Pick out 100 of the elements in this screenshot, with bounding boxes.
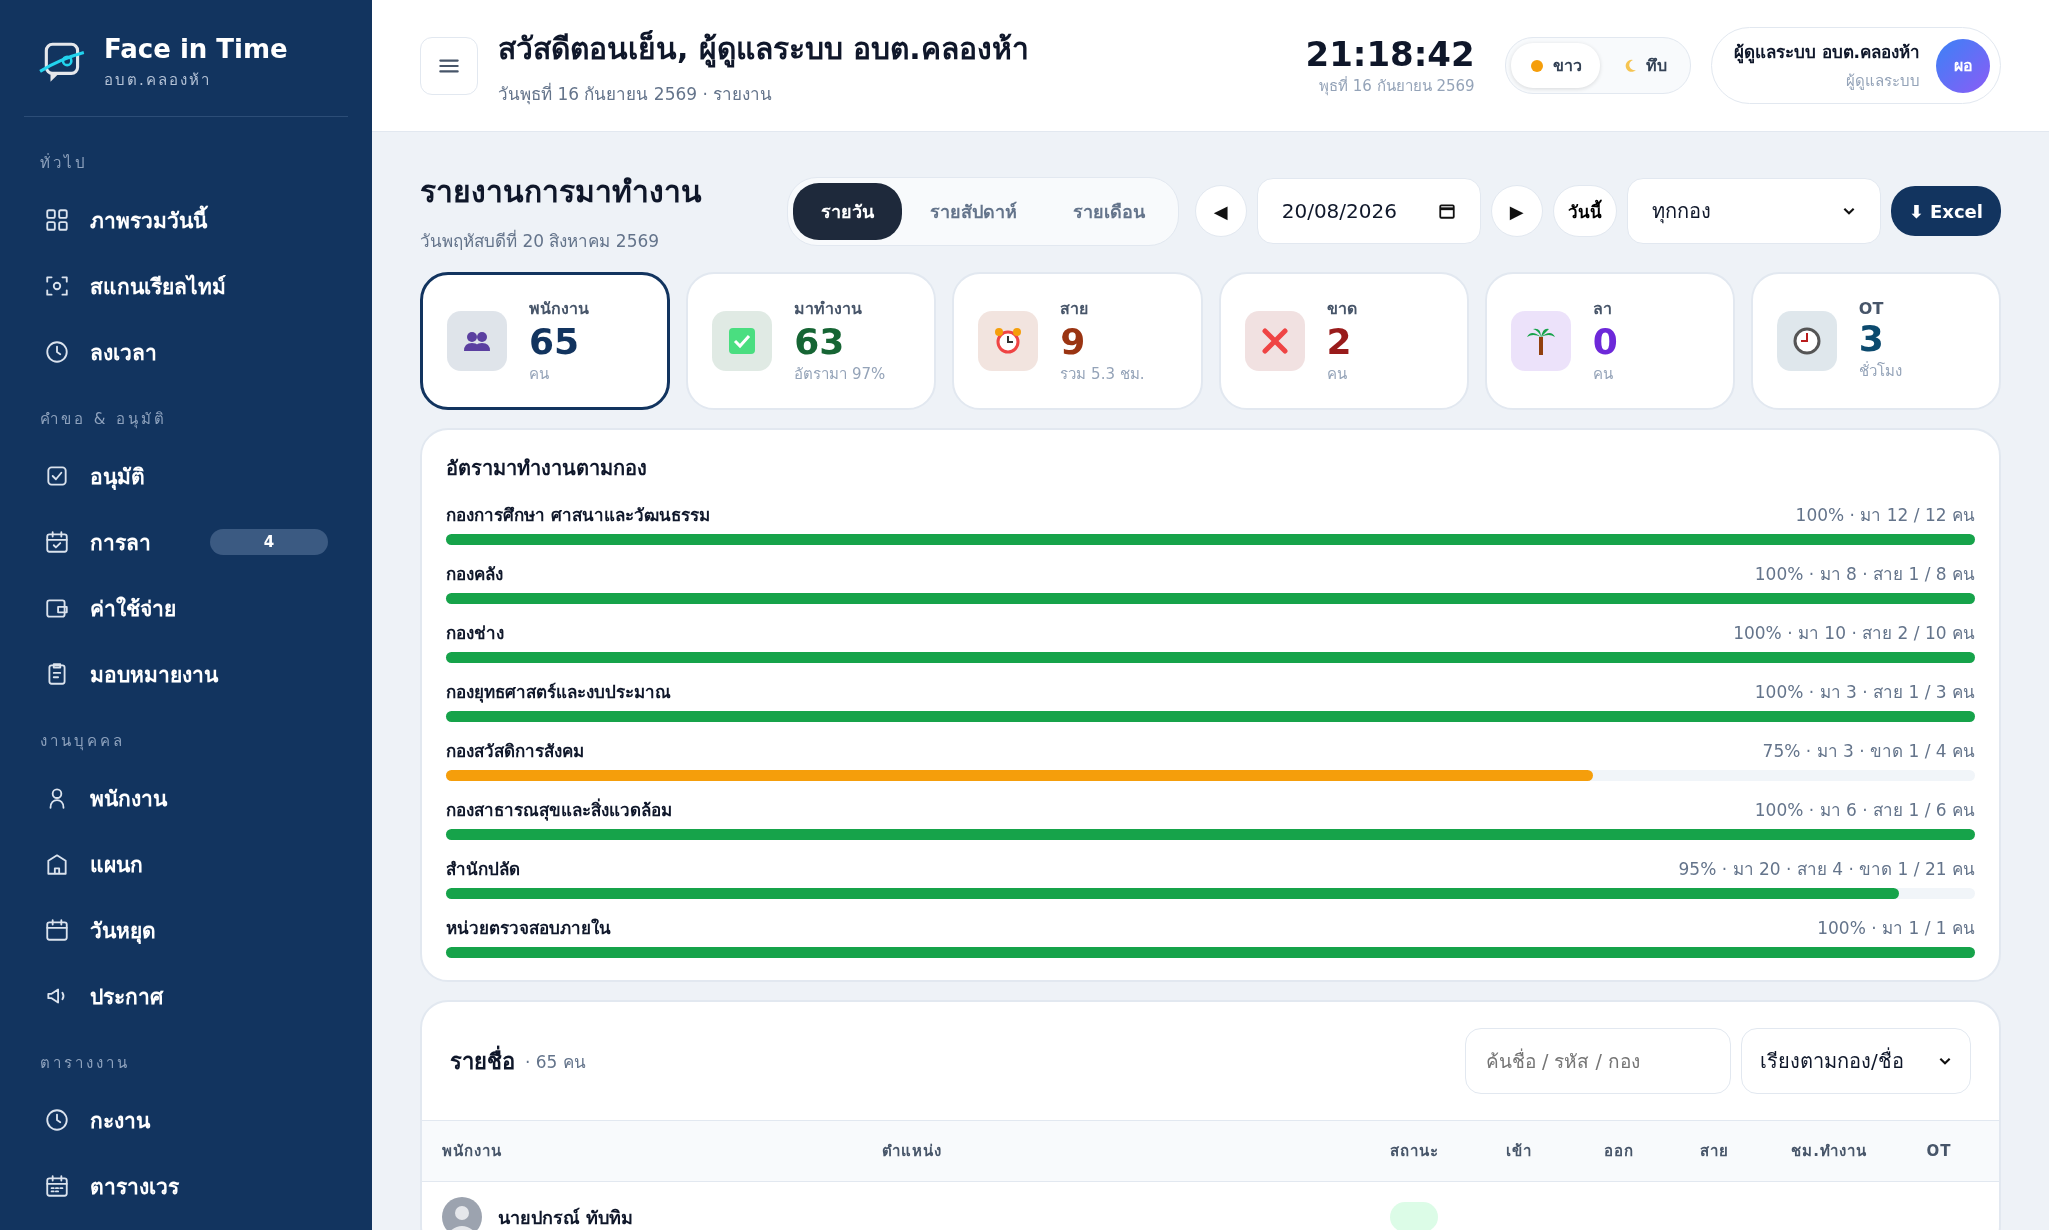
nav-item[interactable]: พนักงาน [24,765,348,831]
nav-item[interactable]: ค่าใช้จ่าย [24,575,348,641]
column-header: ออก [1603,1141,1635,1162]
stat-value: 2 [1326,320,1353,363]
theme-option[interactable]: ขาว [1510,43,1600,88]
greeting-subtitle: วันพุธที่ 16 กันยายน 2569 · รายงาน [498,81,774,107]
page-date: วันพฤหัสบดีที่ 20 สิงหาคม 2569 [420,228,661,253]
stat-label: ขาด [1326,297,1357,320]
user-avatar: ผอ [1936,38,1990,93]
column-header: ตำแหน่ง [882,1141,943,1162]
app-name: Face in Time [104,34,288,64]
column-header: พนักงาน [442,1141,503,1162]
search-field[interactable]: ค้นชื่อ / รหัส / กอง [1465,1028,1731,1094]
division-name: กองสาธารณสุขและสิ่งแวดล้อม [446,797,672,823]
status-pill [1390,1202,1438,1230]
stat-value: 65 [529,320,581,363]
count-badge: 4 [210,529,328,555]
stat-card[interactable]: ลา 0 คน [1484,272,1735,410]
division-name: กองคลัง [446,563,503,586]
clock-time: 21:18:42 [1305,33,1475,74]
nav-item[interactable]: สแกนเรียลไทม์ [24,253,348,319]
stat-label: OT [1858,298,1885,318]
division-name: หน่วยตรวจสอบภายใน [446,917,611,940]
clock-date: พุธที่ 16 กันยายน 2569 [1319,75,1475,98]
page-title: รายงานการมาทำงาน [420,173,703,211]
roster-count: · 65 คน [525,1050,587,1074]
stat-card[interactable]: สาย 9 รวม 5.3 ชม. [952,272,1203,410]
stat-card[interactable]: มาทำงาน 63 อัตรามา 97% [686,272,937,410]
next-button[interactable]: ▶ [1490,185,1543,237]
stat-label: พนักงาน [529,297,589,320]
division-select[interactable]: ทุกกอง [1626,178,1881,244]
stat-card[interactable]: ขาด 2 คน [1218,272,1469,410]
division-stats: 95% · มา 20 · สาย 4 · ขาด 1 / 21 คน [1678,858,1975,881]
column-header: เข้า [1505,1141,1533,1162]
calendar-icon [1437,202,1456,220]
cal2-icon [44,917,70,943]
check-icon [44,463,70,489]
column-header: สถานะ [1388,1141,1440,1162]
user-name: ผู้ดูแลระบบ อบต.คลองห้า [1733,41,1920,65]
period-tab[interactable]: รายเดือน [1044,182,1173,240]
nav-item[interactable]: มอบหมายงาน [24,641,348,707]
division-name: สำนักปลัด [446,858,520,881]
nav-item[interactable]: การลา 4 [24,509,348,575]
division-stats: 100% · มา 10 · สาย 2 / 10 คน [1733,622,1975,645]
division-name: กองยุทธศาสตร์และงบประมาณ [446,681,671,705]
previous-button[interactable]: ◀ [1194,185,1247,237]
today-button[interactable]: วันนี้ [1552,185,1617,237]
section-label: งานบุคคล [39,731,126,753]
stat-card[interactable]: พนักงาน 65 คน [420,272,671,410]
stat-card[interactable]: OT 3 ชั่วโมง [1750,272,2001,410]
section-label: ทั่วไป [39,152,89,174]
column-header: ชม.ทำงาน [1790,1141,1868,1162]
org-name: อบต.คลองห้า [104,70,212,91]
nav-item[interactable]: ลงเวลา [24,319,348,385]
stat-caption: รวม 5.3 ชม. [1060,364,1145,386]
menu-button[interactable] [420,36,478,95]
nav-item[interactable]: แผนก [24,831,348,897]
division-stats: 100% · มา 8 · สาย 1 / 8 คน [1754,563,1975,586]
division-stats: 100% · มา 1 / 1 คน [1817,917,1975,940]
stat-caption: คน [1326,364,1348,386]
stat-label: มาทำงาน [794,297,864,320]
nav-item[interactable]: ประกาศ [24,963,348,1029]
theme-option[interactable]: ทึบ [1603,43,1685,88]
stat-value: 9 [1060,320,1087,363]
division-stats: 100% · มา 3 · สาย 1 / 3 คน [1754,681,1975,704]
period-tab[interactable]: รายวัน [792,182,902,240]
sort-select[interactable]: เรียงตามกอง/ชื่อ [1741,1028,1971,1094]
nav-item[interactable]: กะงาน [24,1087,348,1153]
stat-caption: คน [529,364,550,386]
nav-item[interactable]: อนุมัติ [24,443,348,509]
division-name: กองช่าง [446,622,504,645]
sun-icon [1528,57,1545,74]
scan-icon [44,273,70,299]
column-header: OT [1925,1142,1953,1160]
stat-value: 63 [794,320,846,363]
stat-label: สาย [1060,297,1090,320]
division-stats: 100% · มา 12 / 12 คน [1795,504,1975,527]
table-icon [44,1173,70,1199]
greeting-title: สวัสดีตอนเย็น, ผู้ดูแลระบบ อบต.คลองห้า [498,29,1030,70]
nav-item[interactable]: ตารางเวร [24,1153,348,1219]
cal-icon [44,529,70,555]
nav-item[interactable]: วันหยุด [24,897,348,963]
section-label: ตารางงาน [39,1053,131,1074]
division-name: กองสวัสดิการสังคม [446,740,584,763]
date-field[interactable]: 20/08/2026 [1256,178,1481,244]
division-name: กองการศึกษา ศาสนาและวัฒนธรรม [446,504,710,527]
grid-icon [44,207,70,233]
employee-name: นายปกรณ์ ทับทิม [498,1205,634,1230]
division-stats: 100% · มา 6 · สาย 1 / 6 คน [1754,799,1975,822]
period-tab[interactable]: รายสัปดาห์ [901,182,1045,240]
panel-title: อัตรามาทำงานตามกอง [446,455,648,482]
stat-caption: อัตรามา 97% [794,364,886,386]
stat-caption: ชั่วโมง [1858,360,1902,383]
stat-caption: คน [1592,364,1614,386]
stat-value: 0 [1592,320,1618,363]
nav-item[interactable]: ภาพรวมวันนี้ [24,187,348,253]
division-stats: 75% · มา 3 · ขาด 1 / 4 คน [1762,740,1975,763]
stat-label: ลา [1592,297,1613,320]
roster-title: รายชื่อ [450,1043,515,1079]
excel-button[interactable]: ⬇ Excel [1890,186,2001,236]
